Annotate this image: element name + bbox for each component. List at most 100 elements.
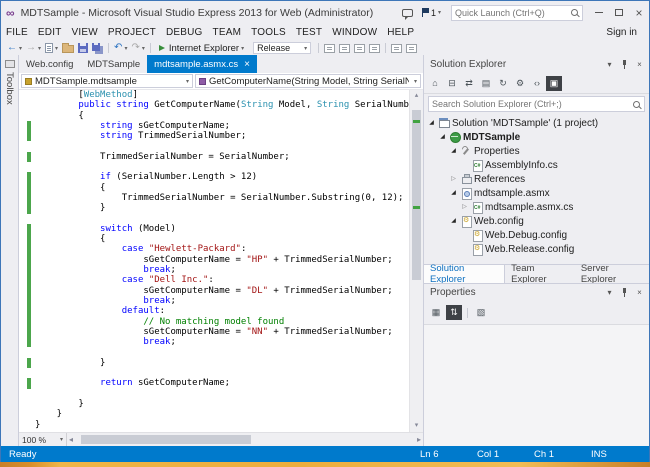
scrollbar-thumb[interactable] — [81, 435, 251, 444]
quick-launch-input[interactable] — [455, 8, 570, 18]
sign-in-link[interactable]: Sign in — [594, 24, 649, 41]
attach-debugger-icon[interactable] — [322, 41, 337, 55]
menu-item-view[interactable]: VIEW — [67, 24, 103, 41]
code-line[interactable]: sGetComputerName = "NN" + TrimmedSerialN… — [19, 327, 409, 337]
code-line[interactable]: case "Dell Inc.": — [19, 275, 409, 285]
navigate-forward-icon[interactable]: →▾ — [24, 41, 43, 55]
code-line[interactable] — [19, 214, 409, 224]
code-line[interactable] — [19, 389, 409, 399]
preview-selected-items-icon[interactable]: ▣ — [546, 76, 562, 91]
code-line[interactable]: string TrimmedSerialNumber; — [19, 131, 409, 141]
solution-search-input[interactable] — [432, 99, 632, 109]
code-line[interactable]: break; — [19, 337, 409, 347]
code-line[interactable]: break; — [19, 265, 409, 275]
menu-item-help[interactable]: HELP — [382, 24, 419, 41]
zoom-dropdown[interactable]: 100 % ▾ — [19, 433, 67, 446]
open-file-icon[interactable] — [60, 41, 76, 55]
maximize-button[interactable] — [609, 1, 629, 24]
menu-item-project[interactable]: PROJECT — [103, 24, 161, 41]
code-line[interactable]: } — [19, 409, 409, 419]
navigate-bookmarks-icon[interactable] — [404, 41, 419, 55]
tree-expander-icon[interactable]: ◢ — [427, 116, 436, 130]
code-line[interactable]: string sGetComputerName; — [19, 121, 409, 131]
pin-icon[interactable] — [617, 57, 632, 71]
tab-close-icon[interactable]: × — [244, 60, 250, 69]
toggle-bookmark-icon[interactable] — [389, 41, 404, 55]
find-in-files-icon[interactable] — [337, 41, 352, 55]
properties-icon[interactable]: ⚙ — [512, 76, 528, 91]
menu-item-test[interactable]: TEST — [291, 24, 327, 41]
notifications-flag-button[interactable]: 1 ▾ — [417, 1, 445, 24]
menu-item-team[interactable]: TEAM — [208, 24, 247, 41]
tree-item-assemblyinfo-cs[interactable]: AssemblyInfo.cs — [424, 158, 649, 172]
tree-expander-icon[interactable]: ▷ — [460, 200, 469, 214]
uncomment-lines-icon[interactable] — [367, 41, 382, 55]
code-line[interactable]: [WebMethod] — [19, 90, 409, 100]
code-line[interactable]: sGetComputerName = "DL" + TrimmedSerialN… — [19, 286, 409, 296]
scroll-right-icon[interactable]: ▸ — [417, 433, 421, 446]
tree-item-web-release-config[interactable]: Web.Release.config — [424, 242, 649, 256]
code-line[interactable] — [19, 347, 409, 357]
tree-expander-icon[interactable]: ◢ — [438, 130, 447, 144]
collapse-all-icon[interactable]: ⊟ — [444, 76, 460, 91]
navigate-back-icon[interactable]: ←▾ — [5, 41, 24, 55]
redo-icon[interactable]: ↷▾ — [129, 41, 146, 55]
tree-item-web-config[interactable]: ◢Web.config — [424, 214, 649, 228]
code-line[interactable]: switch (Model) — [19, 224, 409, 234]
close-button[interactable]: × — [629, 1, 649, 24]
code-line[interactable]: TrimmedSerialNumber = SerialNumber; — [19, 152, 409, 162]
code-line[interactable] — [19, 162, 409, 172]
code-editor[interactable]: [WebMethod] public string GetComputerNam… — [19, 90, 423, 432]
panel-tab-team-explorer[interactable]: Team Explorer — [505, 265, 575, 283]
start-debug-button[interactable]: Internet Explorer ▾ — [154, 41, 249, 55]
home-icon[interactable]: ⌂ — [427, 76, 443, 91]
code-line[interactable]: { — [19, 111, 409, 121]
tree-item-properties[interactable]: ◢Properties — [424, 144, 649, 158]
menu-item-edit[interactable]: EDIT — [33, 24, 67, 41]
doc-tab-mdtsample[interactable]: MDTSample — [80, 55, 147, 73]
code-line[interactable]: } — [19, 358, 409, 368]
scroll-up-icon[interactable]: ▴ — [410, 90, 423, 102]
close-icon[interactable]: × — [632, 57, 647, 71]
menu-item-debug[interactable]: DEBUG — [161, 24, 208, 41]
code-line[interactable]: { — [19, 234, 409, 244]
code-line[interactable]: public string GetComputerName(String Mod… — [19, 100, 409, 110]
tree-item-mdtsample-asmx-cs[interactable]: ▷mdtsample.asmx.cs — [424, 200, 649, 214]
code-line[interactable]: } — [19, 203, 409, 213]
code-line[interactable]: } — [19, 399, 409, 409]
minimize-button[interactable] — [589, 1, 609, 24]
code-line[interactable]: // No matching model found — [19, 317, 409, 327]
scrollbar-thumb[interactable] — [412, 110, 421, 280]
window-position-icon[interactable]: ▾ — [602, 286, 617, 300]
save-all-icon[interactable] — [90, 41, 105, 55]
menu-item-tools[interactable]: TOOLS — [246, 24, 291, 41]
tree-item-references[interactable]: ▷References — [424, 172, 649, 186]
tree-item-mdtsample[interactable]: ◢MDTSample — [424, 130, 649, 144]
tree-expander-icon[interactable]: ◢ — [449, 214, 458, 228]
toolbox-tab[interactable]: Toolbox — [1, 55, 19, 446]
menu-item-window[interactable]: WINDOW — [327, 24, 382, 41]
horizontal-scrollbar[interactable]: ◂ ▸ — [67, 433, 423, 446]
code-line[interactable]: default: — [19, 306, 409, 316]
show-all-files-icon[interactable]: ▤ — [478, 76, 494, 91]
categorized-icon[interactable]: ▦ — [428, 305, 444, 320]
doc-tab-mdtsample-asmx-cs[interactable]: mdtsample.asmx.cs× — [147, 55, 257, 73]
scroll-left-icon[interactable]: ◂ — [69, 433, 73, 446]
save-icon[interactable] — [76, 41, 90, 55]
alphabetical-icon[interactable]: ⇅ — [446, 305, 462, 320]
tree-expander-icon[interactable]: ▷ — [449, 172, 458, 186]
window-position-icon[interactable]: ▾ — [602, 57, 617, 71]
code-line[interactable]: return sGetComputerName; — [19, 378, 409, 388]
doc-tab-web-config[interactable]: Web.config — [19, 55, 80, 73]
pin-icon[interactable] — [617, 286, 632, 300]
close-icon[interactable]: × — [632, 286, 647, 300]
navbar-types-dropdown[interactable]: MDTSample.mdtsample ▾ — [21, 74, 193, 88]
tree-item-mdtsample-asmx[interactable]: ◢mdtsample.asmx — [424, 186, 649, 200]
tree-item-web-debug-config[interactable]: Web.Debug.config — [424, 228, 649, 242]
code-line[interactable]: case "Hewlett-Packard": — [19, 244, 409, 254]
code-line[interactable]: TrimmedSerialNumber = SerialNumber.Subst… — [19, 193, 409, 203]
code-line[interactable] — [19, 141, 409, 151]
windows-taskbar[interactable] — [0, 462, 650, 467]
panel-tab-solution-explorer[interactable]: Solution Explorer — [424, 265, 505, 283]
tree-expander-icon[interactable]: ◢ — [449, 186, 458, 200]
